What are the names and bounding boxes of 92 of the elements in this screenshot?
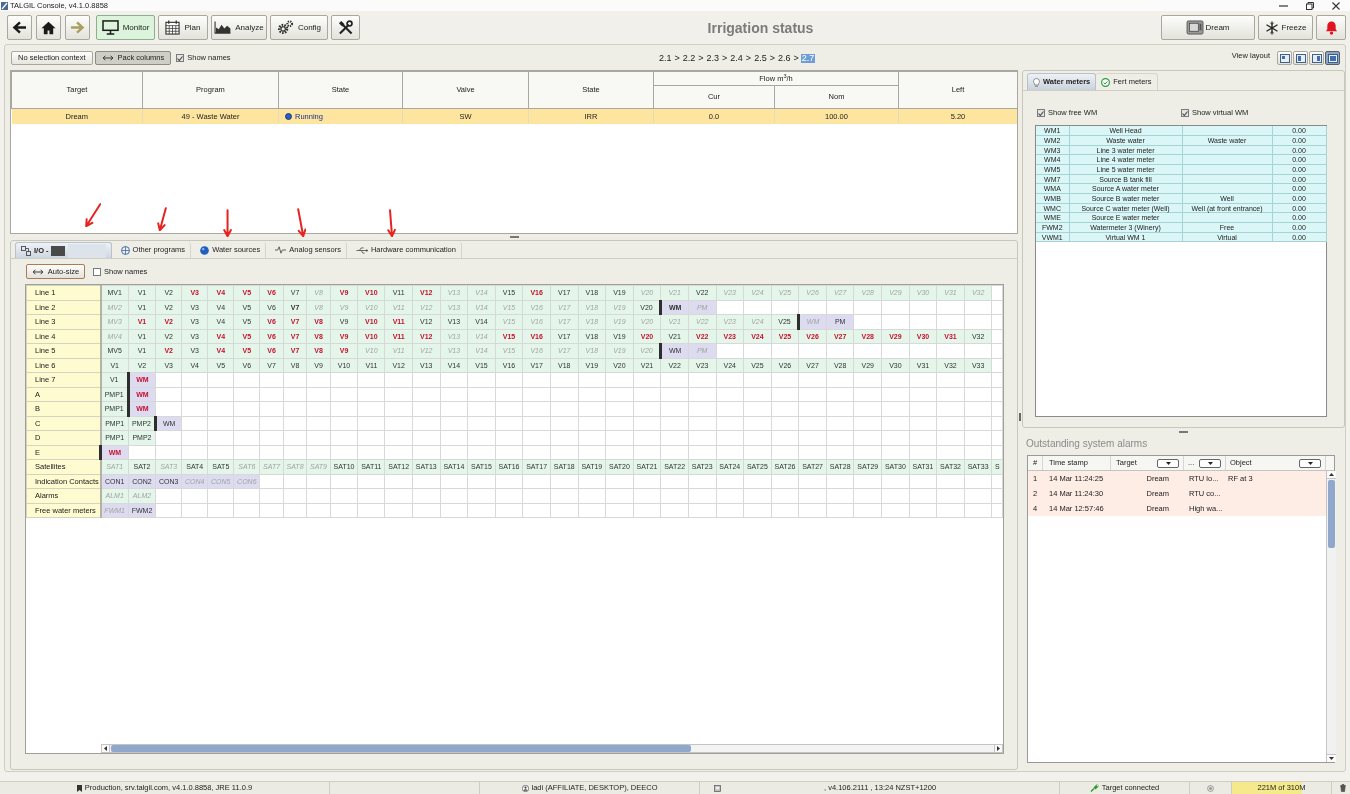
scroll-right-button[interactable] (994, 745, 1002, 752)
option-checkbox[interactable] (1181, 109, 1189, 117)
breadcrumb-separator: > (769, 53, 775, 63)
pulse-icon (275, 246, 287, 254)
annotation-arrow-icon (157, 206, 168, 232)
caret-down-icon (1207, 461, 1213, 465)
breadcrumb-separator: > (745, 53, 752, 63)
tools-icon (338, 20, 353, 35)
layout-icon (1327, 53, 1338, 63)
breadcrumb-separator: > (698, 53, 704, 63)
target-button[interactable]: Dream (1161, 15, 1255, 40)
caret-left-icon (104, 746, 107, 751)
filter-dropdown[interactable] (1157, 458, 1179, 468)
annotation-arrow-icon (223, 208, 233, 238)
user-icon (521, 784, 529, 792)
home-icon (41, 20, 56, 35)
caret-down-icon (1307, 461, 1313, 465)
breadcrumb-item[interactable]: 2.5 (753, 53, 768, 63)
back-button[interactable] (7, 15, 32, 40)
show-names-checkbox[interactable] (176, 54, 185, 62)
layout-icon (1279, 53, 1290, 63)
lightbulb-icon (1033, 77, 1040, 87)
bell-icon (1324, 20, 1338, 35)
filter-dropdown[interactable] (1299, 458, 1321, 468)
breadcrumb-item[interactable]: 2.3 (705, 53, 721, 63)
plan-button[interactable]: Plan (158, 15, 208, 40)
caret-down-icon (1329, 757, 1334, 760)
section-title: Outstanding system alarms (1025, 436, 1149, 451)
trash-icon[interactable] (1340, 784, 1346, 792)
back-arrow-icon (12, 21, 27, 34)
gears-icon (276, 20, 294, 35)
close-icon[interactable] (1332, 1, 1340, 10)
breadcrumb-separator: > (793, 53, 799, 63)
annotation-arrow-icon (386, 208, 397, 238)
checkmark-icon (177, 55, 184, 61)
home-button[interactable] (36, 15, 61, 40)
forward-arrow-icon (70, 21, 85, 34)
layout-icon (1295, 53, 1306, 63)
config-button[interactable]: Config (270, 15, 328, 40)
layout-button[interactable] (1325, 51, 1340, 65)
layout-button[interactable] (1277, 51, 1292, 65)
bookmark-icon (76, 784, 82, 792)
minimize-icon[interactable] (1279, 4, 1288, 7)
connection-icon (21, 245, 31, 256)
breadcrumb-separator: > (722, 53, 728, 63)
check-circle-icon (1101, 77, 1111, 87)
sphere-icon (200, 245, 210, 255)
usb-icon (355, 246, 368, 254)
breadcrumb-item[interactable]: 2.1 (658, 53, 673, 63)
breadcrumb-item[interactable]: 2.4 (729, 53, 744, 63)
show-names-checkbox[interactable] (93, 267, 101, 276)
area-chart-icon (214, 21, 232, 34)
breadcrumb-separator: > (674, 53, 680, 63)
tools-button[interactable] (331, 15, 360, 40)
monitor-icon (101, 20, 119, 35)
globe-icon (120, 245, 130, 255)
page-title: Irrigation status (706, 20, 815, 35)
checkmark-icon (1038, 110, 1044, 116)
caret-down-icon (1165, 461, 1171, 465)
restore-icon[interactable] (1306, 1, 1314, 10)
splitter-handle[interactable] (1019, 413, 1021, 421)
option-checkbox[interactable] (1037, 109, 1045, 117)
snowflake-icon (1264, 20, 1279, 35)
plug-icon (1089, 784, 1099, 792)
breadcrumb-item[interactable]: 2.2 (681, 53, 697, 63)
circle-icon (1207, 784, 1214, 792)
filter-dropdown[interactable] (1199, 458, 1221, 468)
double-arrow-icon (31, 268, 44, 275)
scroll-down-button[interactable] (1327, 754, 1336, 762)
device-icon (1186, 20, 1206, 35)
scrollbar-thumb[interactable] (111, 745, 691, 752)
monitor-button[interactable]: Monitor (96, 15, 155, 40)
annotation-arrow-icon (296, 207, 307, 238)
caret-up-icon (1329, 473, 1334, 476)
caret-right-icon (997, 746, 1000, 751)
splitter-handle[interactable] (1179, 431, 1188, 433)
calendar-icon (165, 20, 181, 35)
breadcrumb-item[interactable]: 2.6 (776, 53, 792, 63)
scroll-up-button[interactable] (1327, 471, 1336, 479)
double-arrow-icon (101, 55, 114, 61)
scrollbar-track[interactable] (101, 744, 1003, 753)
layout-button[interactable] (1293, 51, 1308, 65)
analyze-button[interactable]: Analyze (211, 15, 267, 40)
freeze-button[interactable]: Freeze (1258, 15, 1313, 40)
scrollbar-thumb[interactable] (1328, 480, 1335, 548)
layout-button[interactable] (1309, 51, 1324, 65)
annotation-arrow-icon (84, 202, 102, 228)
splitter-handle[interactable] (509, 236, 519, 238)
alarm-button[interactable] (1316, 15, 1346, 40)
layout-icon (1311, 53, 1322, 63)
scroll-left-button[interactable] (102, 745, 110, 752)
checkmark-icon (1182, 110, 1188, 116)
